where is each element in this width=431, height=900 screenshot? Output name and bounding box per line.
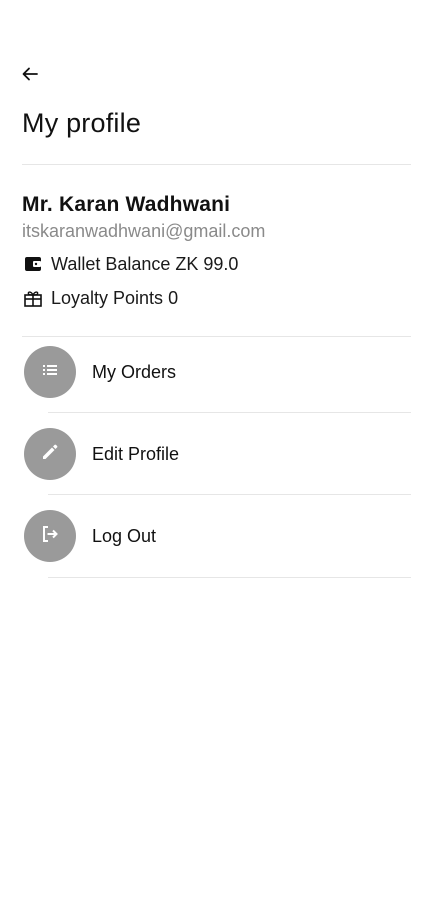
menu-divider xyxy=(48,412,411,413)
wallet-balance-label: Wallet Balance xyxy=(51,253,171,274)
my-orders-icon-circle xyxy=(24,346,76,398)
menu-item-log-out[interactable]: Log Out xyxy=(24,509,411,563)
loyalty-points-value: 0 xyxy=(168,287,179,308)
menu-item-my-orders[interactable]: My Orders xyxy=(24,345,411,399)
loyalty-points-label: Loyalty Points xyxy=(51,287,164,308)
log-out-icon-circle xyxy=(24,510,76,562)
menu-divider xyxy=(48,577,411,578)
user-name: Mr. Karan Wadhwani xyxy=(22,193,231,216)
menu-item-edit-profile[interactable]: Edit Profile xyxy=(24,427,411,481)
back-button[interactable] xyxy=(16,62,44,90)
logout-icon xyxy=(39,523,61,550)
profile-divider xyxy=(22,336,411,337)
my-orders-label: My Orders xyxy=(92,361,177,382)
list-icon xyxy=(40,360,60,385)
wallet-balance-row: Wallet Balance ZK 99.0 xyxy=(22,253,238,275)
edit-profile-icon-circle xyxy=(24,428,76,480)
loyalty-gift-icon xyxy=(22,287,44,309)
menu-divider xyxy=(48,494,411,495)
pencil-icon xyxy=(39,441,61,468)
arrow-left-icon xyxy=(21,65,39,88)
wallet-icon xyxy=(22,253,44,275)
header-divider xyxy=(22,164,411,165)
user-email: itskaranwadhwani@gmail.com xyxy=(22,221,266,241)
loyalty-points-row: Loyalty Points 0 xyxy=(22,287,178,309)
edit-profile-label: Edit Profile xyxy=(92,443,180,464)
log-out-label: Log Out xyxy=(92,525,157,546)
page-title: My profile xyxy=(22,108,142,138)
wallet-balance-value: ZK 99.0 xyxy=(175,253,239,274)
